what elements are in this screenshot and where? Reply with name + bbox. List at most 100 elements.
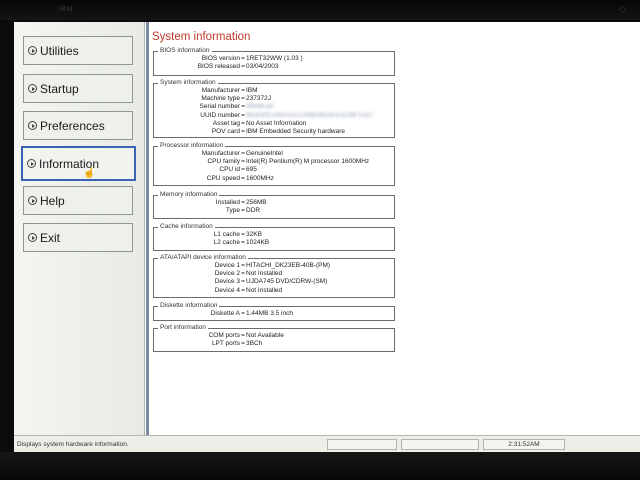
- arrow-circle-icon: [28, 46, 37, 55]
- status-cell: [401, 439, 479, 450]
- row-value: HITACHI_DK23EB-40B-(PM): [246, 262, 331, 269]
- arrow-circle-icon: [27, 159, 36, 168]
- row-key: L2 cache: [213, 239, 240, 247]
- row-key: Type: [225, 207, 240, 215]
- information-panel: System information BIOS information BIOS…: [149, 22, 640, 435]
- exit-label: Exit: [40, 230, 61, 245]
- diskette-info-group: Diskette information Diskette A = 1.44MB 3…: [153, 302, 395, 321]
- group-title: Processor information: [158, 142, 226, 150]
- info-row: CPU speed = 1600MHz: [154, 175, 394, 183]
- info-row: CPU family = Intel(R) Pentium(R) M process…: [154, 158, 394, 166]
- help-button[interactable]: Help: [23, 186, 133, 215]
- row-key: Device 4: [214, 286, 240, 294]
- row-key: Installed: [215, 199, 240, 206]
- row-key: Device 3: [214, 278, 240, 286]
- page-title: System information: [152, 31, 251, 43]
- arrow-circle-icon: [28, 196, 37, 205]
- hand-cursor-icon: ☝: [83, 168, 96, 179]
- processor-info-group: Processor information Manufacturer = Genui…: [153, 142, 395, 186]
- status-cell: [327, 439, 397, 450]
- exit-button[interactable]: Exit: [23, 223, 133, 252]
- utilities-button[interactable]: Utilities: [23, 36, 133, 65]
- information-button[interactable]: Information ☝: [21, 146, 136, 181]
- row-key: Asset tag: [212, 119, 240, 127]
- group-title: Port information: [158, 324, 208, 332]
- row-key: Device 1: [214, 262, 240, 269]
- row-key: Diskette A: [210, 310, 240, 317]
- row-value: IBM: [246, 87, 258, 94]
- row-value: 99MBL82: [246, 103, 274, 111]
- preferences-label: Preferences: [40, 118, 105, 133]
- info-row: Machine type = 237372J: [154, 95, 394, 103]
- row-key: Device 2: [214, 270, 240, 278]
- info-row: LPT ports = 3BCh: [154, 340, 394, 348]
- info-row: COM ports = Not Available: [154, 332, 394, 340]
- info-row: Type = DDR: [154, 207, 394, 215]
- system-info-group: System information Manufacturer = IBM Mach…: [153, 79, 395, 138]
- row-value: 1RET32WW (1.03 ): [246, 55, 303, 62]
- info-row: Installed = 256MB: [154, 199, 394, 207]
- ata-device-info-group: ATA/ATAPI device information Device 1 = HI…: [153, 254, 395, 298]
- row-key: CPU family: [207, 158, 240, 166]
- info-row: L2 cache = 1024KB: [154, 239, 394, 247]
- preferences-button[interactable]: Preferences: [23, 111, 133, 140]
- row-value: No Asset Information: [246, 119, 307, 127]
- group-title: ATA/ATAPI device information: [158, 254, 248, 262]
- memory-info-group: Memory information Installed = 256MB Type =…: [153, 191, 395, 219]
- arrow-circle-icon: [28, 233, 37, 242]
- group-title: Cache information: [158, 223, 215, 231]
- info-row: CPU id = 695: [154, 166, 394, 174]
- port-info-group: Port information COM ports = Not Available…: [153, 324, 395, 352]
- row-value: Not Available: [246, 332, 284, 339]
- info-row: Manufacturer = IBM: [154, 87, 394, 95]
- row-value: 1600MHz: [246, 174, 274, 182]
- help-label: Help: [40, 193, 65, 208]
- row-value: Not Installed: [246, 286, 283, 294]
- info-row: BIOS released = 03/04/2003: [154, 63, 394, 71]
- row-key: COM ports: [208, 332, 240, 339]
- row-value: 256MB: [246, 199, 267, 206]
- navigation-panel: Utilities Startup Preferences Informatio…: [14, 22, 145, 435]
- group-title: Memory information: [158, 191, 220, 199]
- row-value: 1024KB: [246, 239, 270, 247]
- bios-screen: Utilities Startup Preferences Informatio…: [14, 22, 640, 452]
- row-value: Not Installed: [246, 270, 283, 278]
- cache-info-group: Cache information L1 cache = 32KB L2 cache…: [153, 223, 395, 251]
- row-key: Manufacturer: [201, 87, 240, 94]
- status-bar: Displays system hardware information. 2:…: [14, 435, 640, 452]
- info-row: L1 cache = 32KB: [154, 231, 394, 239]
- bezel-corner-icon: ◇: [619, 4, 626, 14]
- row-key: Serial number: [199, 103, 240, 111]
- row-value: B53DEE1455A311CBBE9EDE41E2BF1437: [246, 111, 373, 119]
- row-value: 32KB: [246, 231, 262, 238]
- row-key: BIOS version: [201, 55, 240, 62]
- info-row: Diskette A = 1.44MB 3.5 inch: [154, 310, 394, 318]
- row-value: 3BCh: [246, 340, 263, 348]
- row-key: LPT ports: [211, 340, 240, 348]
- row-value: Intel(R) Pentium(R) M processor 1600MHz: [246, 158, 370, 166]
- row-value: GenuineIntel: [246, 150, 283, 157]
- info-row: Manufacturer = GenuineIntel: [154, 150, 394, 158]
- status-message: Displays system hardware information.: [17, 441, 129, 448]
- info-row: Device 2 = Not Installed: [154, 270, 394, 278]
- status-clock: 2:31:52AM: [483, 439, 565, 450]
- row-value: DDR: [246, 207, 261, 215]
- arrow-circle-icon: [28, 84, 37, 93]
- row-key: CPU speed: [206, 174, 240, 182]
- bios-info-group: BIOS information BIOS version = 1RET32WW (…: [153, 47, 395, 76]
- arrow-circle-icon: [28, 121, 37, 130]
- monitor-bezel-top: IBM ◇: [0, 0, 640, 20]
- row-key: Manufacturer: [201, 150, 240, 157]
- group-title: Diskette information: [158, 302, 220, 310]
- row-value: UJDA745 DVD/CDRW-(SM): [246, 278, 328, 286]
- info-row: POV card = IBM Embedded Security hardware: [154, 128, 394, 136]
- utilities-label: Utilities: [40, 43, 79, 58]
- row-key: BIOS released: [197, 63, 240, 71]
- info-row: Device 4 = Not Installed: [154, 287, 394, 295]
- info-row: Serial number = 99MBL82: [154, 103, 394, 111]
- monitor-bezel-bottom: [0, 452, 640, 480]
- startup-label: Startup: [40, 81, 79, 96]
- startup-button[interactable]: Startup: [23, 74, 133, 103]
- row-value: 695: [246, 166, 257, 174]
- group-title: System information: [158, 79, 218, 87]
